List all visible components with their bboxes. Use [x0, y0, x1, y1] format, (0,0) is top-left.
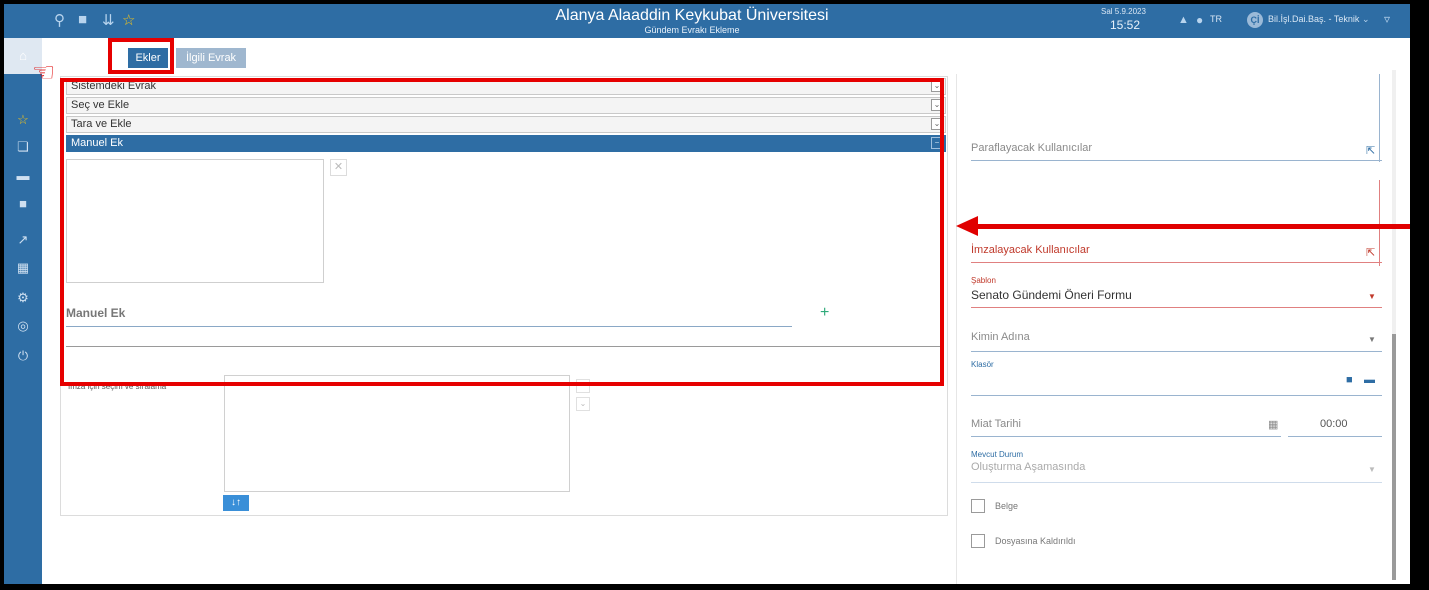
paraflayacak-underline	[971, 160, 1382, 161]
top-bar: ⚲ ■ ⇊ ☆ Alanya Alaaddin Keykubat Ünivers…	[4, 4, 1410, 38]
folder-icon[interactable]: ▬	[1364, 374, 1375, 386]
kimin-adina-select[interactable]: Kimin Adına	[971, 331, 1030, 343]
filter-icon[interactable]: ▿	[1384, 12, 1390, 26]
sablon-label: Şablon	[971, 276, 996, 285]
briefcase-icon[interactable]: ■	[4, 196, 42, 211]
miat-tarihi-input[interactable]: Miat Tarihi	[971, 418, 1021, 430]
caret-down-icon: ▼	[1368, 292, 1376, 301]
folder-icon[interactable]: ▬	[4, 168, 42, 183]
language-selector[interactable]: TR	[1210, 14, 1222, 24]
dosyasina-checkbox[interactable]	[971, 534, 985, 548]
paraflayacak-label: Paraflayacak Kullanıcılar	[971, 142, 1093, 154]
caret-down-icon: ▼	[1368, 335, 1376, 344]
sablon-underline	[971, 307, 1382, 308]
time-label: 15:52	[1110, 18, 1141, 32]
avatar[interactable]: Çİ	[1247, 12, 1263, 28]
lookup-icon[interactable]: ⇱	[1366, 144, 1375, 157]
sidebar: ⌂ ☆ ❏ ▬ ■ ↗ ▦ ⚙ ◎ ⏻	[4, 38, 42, 584]
imzalayacak-label: İmzalayacak Kullanıcılar	[971, 244, 1090, 256]
lookup-icon[interactable]: ⇱	[1366, 246, 1375, 259]
chevron-down-icon[interactable]: ⌄	[1362, 14, 1370, 25]
klasor-label: Klasör	[971, 360, 994, 369]
dosyasina-label: Dosyasına Kaldırıldı	[995, 536, 1076, 546]
panel-divider	[956, 74, 957, 584]
belge-label: Belge	[995, 501, 1019, 511]
highlight-box	[108, 38, 174, 74]
sablon-select[interactable]: Senato Gündemi Öneri Formu	[971, 288, 1132, 302]
annotation-arrow	[966, 224, 1410, 229]
tab-ilgili-evrak[interactable]: İlgili Evrak	[176, 48, 246, 68]
megaphone-icon[interactable]: ▲	[1178, 14, 1189, 26]
miat-saat-underline	[1288, 436, 1382, 437]
calendar-icon[interactable]: ▦	[1268, 418, 1278, 431]
caret-down-icon: ▼	[1368, 465, 1376, 474]
highlight-box	[60, 78, 944, 386]
miat-saat-input[interactable]: 00:00	[1320, 418, 1348, 430]
scrollbar-thumb[interactable]	[1392, 334, 1396, 580]
globe-icon[interactable]: ●	[1196, 13, 1203, 27]
globe-icon[interactable]: ◎	[4, 318, 42, 334]
mevcut-durum-select: Oluşturma Aşamasında	[971, 461, 1086, 473]
miat-tarihi-underline	[971, 436, 1281, 437]
imzalayacak-underline	[971, 262, 1382, 263]
gear-icon[interactable]: ⚙	[4, 290, 42, 306]
page-subtitle: Gündem Evrakı Ekleme	[644, 25, 740, 35]
mevcut-durum-label: Mevcut Durum	[971, 450, 1024, 459]
sort-button[interactable]: ↓↑	[223, 495, 249, 511]
pointing-hand-icon: ☜	[32, 57, 56, 87]
user-menu[interactable]: Bil.İşl.Dai.Baş. - Teknik	[1268, 14, 1359, 24]
app-title: Alanya Alaaddin Keykubat Üniversitesi	[555, 7, 829, 24]
imza-selection-list[interactable]	[224, 375, 570, 492]
app-window: ⚲ ■ ⇊ ☆ Alanya Alaaddin Keykubat Ünivers…	[4, 4, 1410, 584]
star-icon[interactable]: ☆	[4, 112, 42, 128]
documents-icon[interactable]: ❏	[4, 139, 42, 155]
scroll-down-button[interactable]: ⌄	[576, 397, 590, 411]
mevcut-durum-underline	[971, 482, 1382, 483]
klasor-input[interactable]	[971, 395, 1382, 396]
date-label: Sal 5.9.2023	[1101, 7, 1146, 16]
chart-icon[interactable]: ↗	[4, 232, 42, 248]
kimin-adina-underline	[971, 351, 1382, 352]
annotation-arrow-head	[956, 216, 978, 236]
report-icon[interactable]: ▦	[4, 260, 42, 276]
power-icon[interactable]: ⏻	[4, 348, 42, 364]
folder-add-icon[interactable]: ■	[1346, 374, 1353, 386]
belge-checkbox[interactable]	[971, 499, 985, 513]
